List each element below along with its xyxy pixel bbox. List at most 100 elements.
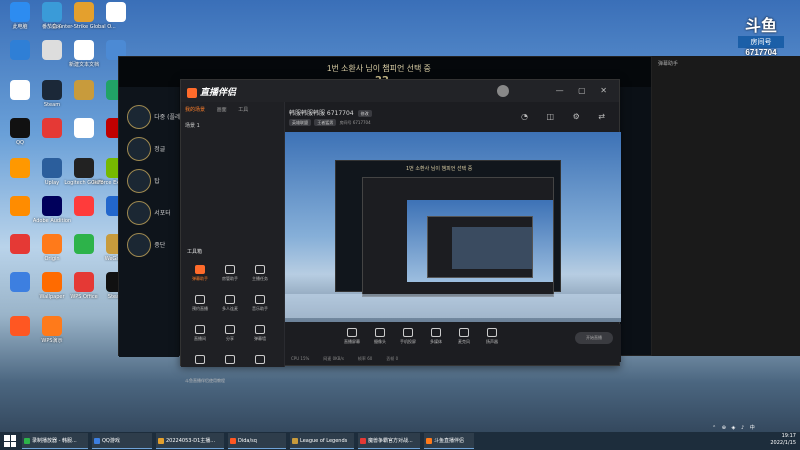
- tool-item[interactable]: 多人连麦: [215, 292, 245, 322]
- app-icon: [42, 158, 62, 178]
- taskbar-item[interactable]: 20224053-D1主播...: [156, 433, 224, 449]
- desktop-icon[interactable]: WPS演示: [32, 316, 72, 356]
- header-tool-icons[interactable]: ◔ ◫ ⚙ ⇄: [521, 112, 613, 121]
- status-item: 帧率 60: [357, 356, 373, 361]
- avatar[interactable]: [497, 85, 509, 97]
- clock-time: 19:17: [781, 433, 796, 439]
- desktop-icon-label: 新建文本文档: [68, 62, 99, 68]
- tab-my-scene[interactable]: 我的场景: [185, 107, 205, 113]
- tool-icon: [225, 355, 235, 364]
- window-controls[interactable]: — ▢ ✕: [556, 86, 613, 95]
- taskbar-item[interactable]: 录制播放器 - 韩服...: [22, 433, 88, 449]
- app-icon: [10, 40, 30, 60]
- tab-tools[interactable]: 工具: [238, 107, 248, 113]
- windows-start-icon[interactable]: [4, 435, 16, 447]
- desktop-icon-label: Origin: [44, 256, 60, 262]
- app-icon: [74, 2, 94, 22]
- app-icon: [42, 272, 62, 292]
- taskbar-item[interactable]: 魔兽争霸官方对战...: [358, 433, 420, 449]
- tool-icon: [195, 325, 205, 334]
- source-button[interactable]: 手机投屏: [393, 326, 423, 345]
- source-label: 麦克风: [458, 339, 470, 344]
- preview-nested: [427, 216, 533, 278]
- preview-inner: [407, 200, 553, 284]
- start-stream-button[interactable]: 开始直播: [575, 332, 613, 344]
- app-icon: [42, 118, 62, 138]
- room-number-badge: 斗鱼 房间号 6717704: [738, 12, 784, 57]
- scene-tabs: 我的场景 画面 工具: [185, 106, 258, 113]
- app-icon: [10, 158, 30, 178]
- app-icon: [74, 196, 94, 216]
- tab-screen[interactable]: 画面: [217, 107, 227, 113]
- danmu-panel[interactable]: 弹幕助手: [652, 56, 800, 356]
- desktop-icon[interactable]: [96, 2, 136, 42]
- tool-item[interactable]: 弹幕墙: [245, 322, 275, 352]
- tray-icons[interactable]: ⌃ ⊕ ◈ ♪ 中: [712, 424, 757, 431]
- taskbar-item[interactable]: League of Legends: [290, 433, 354, 449]
- champion-portrait: [127, 233, 151, 257]
- app-icon: [42, 2, 62, 22]
- status-item: CPU 15%: [291, 356, 310, 361]
- tool-item[interactable]: 音乐助手: [245, 292, 275, 322]
- douyu-icon: [187, 87, 197, 98]
- source-button[interactable]: 多媒体: [421, 326, 451, 345]
- tool-label: 直播间: [194, 336, 206, 341]
- category-tag[interactable]: 英雄联盟: [289, 119, 311, 126]
- app-icon: [42, 80, 62, 100]
- tool-item[interactable]: 直播间: [185, 322, 215, 352]
- tool-label: 弹幕墙: [254, 336, 266, 341]
- app-icon: [74, 118, 94, 138]
- assistant-logo: 直播伴侣: [187, 85, 236, 98]
- tool-icon: [255, 265, 265, 274]
- tool-item[interactable]: [245, 352, 275, 382]
- app-icon: [42, 234, 62, 254]
- scene-item[interactable]: 场景 1: [185, 122, 200, 129]
- source-icon: [431, 328, 441, 337]
- source-button[interactable]: 直播屏幕: [337, 326, 367, 345]
- tool-icon: [225, 265, 235, 274]
- preview-title: 1번 소환사 님이 챔피언 선택 중: [406, 166, 473, 172]
- tool-item[interactable]: 房管助手: [215, 262, 245, 292]
- app-icon: [10, 2, 30, 22]
- douyu-assistant-window[interactable]: 直播伴侣 — ▢ ✕ 我的场景 画面 工具 场景 1 工具箱 弹幕助手 房管助手 主…: [180, 79, 621, 383]
- room-number-label: 房间号: [738, 36, 784, 48]
- app-icon: [74, 80, 94, 100]
- source-icon: [347, 328, 357, 337]
- source-icon: [403, 328, 413, 337]
- status-item: 网速 0KB/s: [323, 356, 344, 361]
- app-icon: [74, 40, 94, 60]
- tool-item[interactable]: 预约直播: [185, 292, 215, 322]
- desktop-icon-label: WPS演示: [41, 338, 63, 344]
- clock-date: 2022/1/15: [770, 440, 796, 446]
- app-icon: [42, 316, 62, 336]
- source-button[interactable]: 麦克风: [449, 326, 479, 345]
- app-icon: [10, 196, 30, 216]
- tool-item[interactable]: 分享: [215, 322, 245, 352]
- preview-dock: [285, 294, 621, 318]
- edit-room-button[interactable]: 修改: [357, 110, 372, 117]
- tool-item[interactable]: 主播任务: [245, 262, 275, 292]
- source-button[interactable]: 摄像头: [365, 326, 395, 345]
- tool-item[interactable]: 弹幕助手: [185, 262, 215, 292]
- danmu-panel-title: 弹幕助手: [658, 61, 679, 67]
- assistant-sidebar: 我的场景 画面 工具 场景 1 工具箱 弹幕助手 房管助手 主播任务 预约直播 多人连麦…: [181, 102, 285, 383]
- room-title: 韩服韩服韩服 6717704: [289, 110, 354, 117]
- tool-label: 预约直播: [192, 306, 208, 311]
- tool-icon: [255, 355, 265, 364]
- taskbar-item[interactable]: QQ游戏: [92, 433, 152, 449]
- champion-portrait: [127, 169, 151, 193]
- tool-icon: [195, 265, 205, 274]
- tutorial-link[interactable]: 斗鱼直播伴侣使用教程: [185, 378, 225, 384]
- source-button[interactable]: 扬声器: [477, 326, 507, 345]
- source-icon: [375, 328, 385, 337]
- taskbar-item[interactable]: Dida/sq: [228, 433, 286, 449]
- toolbox-grid: 弹幕助手 房管助手 主播任务预约直播 多人连麦 音乐助手直播间 分享 弹幕墙: [185, 262, 281, 382]
- sub-tag[interactable]: 王者猛男: [314, 119, 337, 126]
- room-info: 英雄联盟 王者猛男 房间号 6717704: [289, 119, 371, 126]
- tool-icon: [255, 295, 265, 304]
- tool-label: 多人连麦: [222, 306, 238, 311]
- stream-preview[interactable]: 1번 소환사 님이 챔피언 선택 중: [285, 132, 621, 322]
- clock[interactable]: 19:17 2022/1/15: [770, 433, 796, 447]
- preview-nested-inner: [452, 227, 532, 269]
- taskbar-item[interactable]: 斗鱼直播伴侣: [424, 433, 474, 449]
